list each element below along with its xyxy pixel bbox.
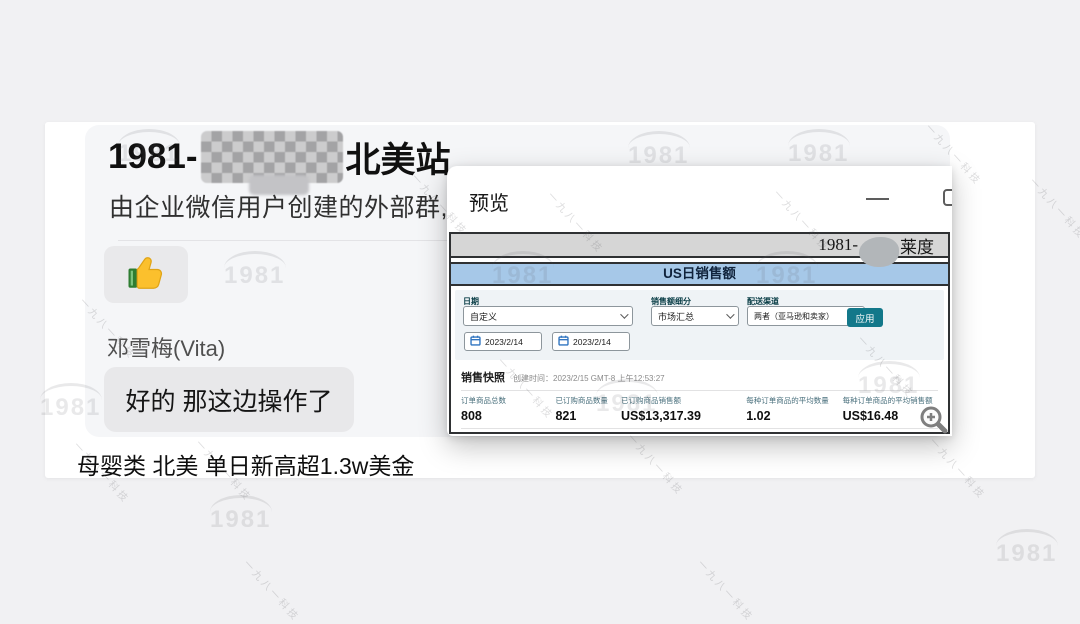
sticker-message-bubble [104,246,188,303]
divider [118,240,448,241]
snapshot-metrics-row: 订单商品总数 808 已订购商品数量 821 已订购商品销售额 US$13,31… [461,395,938,423]
watermark-logo: 1981 [996,540,1057,568]
metric-units-ordered: 已订购商品数量 821 [555,395,621,423]
divider [461,390,938,391]
watermark-text: 一九八一科技 [241,556,304,624]
calendar-icon [558,335,569,348]
maximize-icon[interactable] [943,189,952,206]
minimize-icon[interactable] [866,198,889,200]
account-header-prefix: 1981- [818,235,858,255]
account-header-suffix: 莱度 [900,233,934,258]
group-title-prefix: 1981- [108,137,198,177]
metric-avg-units: 每种订单商品的平均数量 1.02 [746,395,842,423]
sender-name: 邓雪梅(Vita) [107,331,225,363]
sales-snapshot-section: 销售快照 创建时间：2023/2/15 GMT-8 上午12:53:27 订单商… [451,364,948,429]
date-from-field[interactable]: 2023/2/14 [464,332,542,351]
report-account-header: 1981- 莱度 [451,234,948,258]
text-message-bubble: 好的 那这边操作了 [104,367,354,432]
watermark-logo: 1981 [210,506,271,534]
breakdown-value: 市场汇总 [658,310,694,323]
chevron-down-icon [620,310,628,318]
watermark-text: 一九八一科技 [695,556,758,624]
snapshot-title: 销售快照 [461,369,505,385]
snapshot-created-time: 创建时间：2023/2/15 GMT-8 上午12:53:27 [513,373,665,384]
thumbs-up-icon [125,251,167,298]
date-to-value: 2023/2/14 [573,337,611,347]
metric-ordered-product-sales: 已订购商品销售额 US$13,317.39 [621,395,746,423]
breakdown-select[interactable]: 市场汇总 [651,306,739,326]
group-description: 由企业微信用户创建的外部群, 含 [109,188,481,224]
chevron-down-icon [726,310,734,318]
group-title-suffix: 北美站 [346,132,451,183]
group-title: 1981- 北美站 [108,128,451,186]
date-to-field[interactable]: 2023/2/14 [552,332,630,351]
redacted-mosaic [201,131,343,183]
redacted-blob [859,237,899,267]
sales-report-frame: 1981- 莱度 US日销售额 日期 自定义 [449,232,950,434]
divider [461,428,938,429]
channel-value: 两者（亚马逊和卖家） [754,311,834,322]
date-range-value: 自定义 [470,310,497,323]
date-from-value: 2023/2/14 [485,337,523,347]
screenshot-root: 1981- 北美站 由企业微信用户创建的外部群, 含 邓雪梅(Vita) 好的 … [0,0,1080,600]
apply-button[interactable]: 应用 [847,308,883,327]
report-filter-bar: 日期 自定义 2023/2/14 [455,290,944,360]
zoom-in-icon[interactable] [918,404,950,436]
preview-window-title: 预览 [469,187,509,216]
preview-window: 预览 1981- 莱度 US日销售额 日期 自定义 [447,166,952,436]
calendar-icon [470,335,481,348]
metric-total-order-items: 订单商品总数 808 [461,395,555,423]
date-range-select[interactable]: 自定义 [463,306,633,326]
bottom-caption: 母婴类 北美 单日新高超1.3w美金 [77,447,414,481]
